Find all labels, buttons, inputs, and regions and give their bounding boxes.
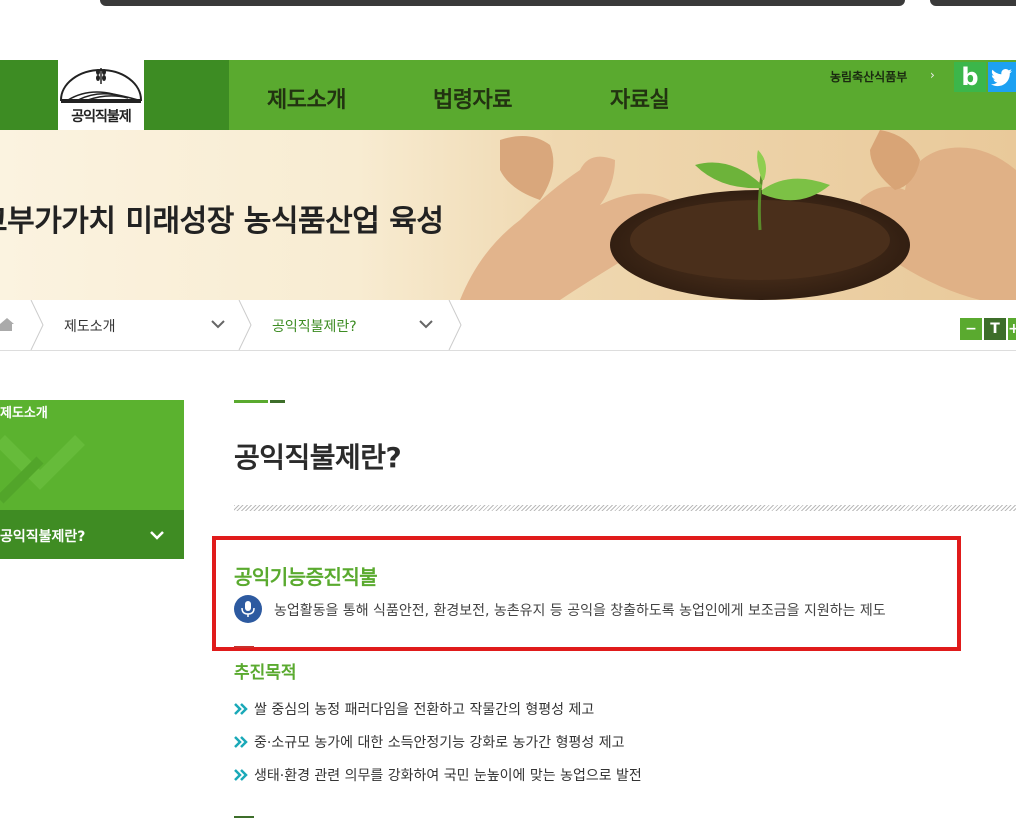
section-accent-bar bbox=[234, 646, 254, 648]
breadcrumb-item-current[interactable]: 공익직불제란? bbox=[272, 316, 357, 336]
breadcrumb-separator bbox=[30, 300, 44, 350]
audio-play-button[interactable] bbox=[234, 595, 262, 623]
logo-emblem-icon bbox=[59, 68, 143, 103]
ministry-link[interactable]: 농림축산식품부 bbox=[830, 68, 907, 85]
chevron-down-icon[interactable] bbox=[210, 316, 226, 332]
ministry-arrow-icon: › bbox=[930, 68, 935, 82]
logo-text: 공익직불제 bbox=[71, 109, 131, 125]
hatched-divider bbox=[234, 505, 1016, 511]
goal-title: 추진목적 bbox=[234, 663, 297, 683]
menu-library[interactable]: 자료실 bbox=[610, 82, 670, 114]
browser-tab-bar-right bbox=[930, 0, 1016, 6]
blog-button[interactable]: b bbox=[954, 62, 986, 92]
hero-title: 고부가가치 미래성장 농식품산업 육성 bbox=[0, 204, 444, 239]
sidebar-item-public-payment[interactable]: 공익직불제란? bbox=[0, 510, 184, 559]
next-section-accent-bar bbox=[234, 816, 254, 818]
twitter-icon bbox=[991, 69, 1012, 87]
hands-with-sprout-image bbox=[460, 130, 1016, 300]
goal-item-text: 중·소규모 농가에 대한 소득안정기능 강화로 농가간 형평성 제고 bbox=[254, 735, 625, 751]
chevron-down-icon[interactable] bbox=[418, 316, 434, 332]
title-accent-bar bbox=[234, 400, 268, 403]
breadcrumb-separator bbox=[238, 300, 252, 350]
microphone-icon bbox=[241, 601, 255, 617]
menu-system-intro[interactable]: 제도소개 bbox=[267, 82, 346, 114]
menu-laws[interactable]: 법령자료 bbox=[433, 82, 512, 114]
section-title: 공익기능증진직불 bbox=[234, 565, 378, 589]
font-increase-button[interactable]: + bbox=[1008, 318, 1016, 340]
home-icon[interactable] bbox=[0, 316, 14, 332]
sidebar-item-label: 공익직불제란? bbox=[0, 529, 86, 545]
font-reset-button[interactable]: T bbox=[984, 318, 1006, 340]
browser-top-strip bbox=[0, 0, 1016, 10]
goal-item: 쌀 중심의 농정 패러다임을 전환하고 작물간의 형평성 제고 bbox=[234, 699, 594, 719]
highlight-box bbox=[212, 536, 961, 651]
page-title: 공익직불제란? bbox=[234, 441, 402, 474]
title-accent-bar-dark bbox=[270, 400, 285, 403]
breadcrumb-item-system-intro[interactable]: 제도소개 bbox=[64, 316, 116, 336]
section-description: 농업활동을 통해 식품안전, 환경보전, 농촌유지 등 공익을 창출하도록 농업… bbox=[274, 603, 886, 619]
goal-item-text: 생태·환경 관련 의무를 강화하여 국민 눈높이에 맞는 농업으로 발전 bbox=[254, 768, 642, 784]
sidebar-header: 제도소개 bbox=[0, 400, 184, 510]
twitter-button[interactable] bbox=[988, 62, 1016, 92]
breadcrumb bbox=[0, 300, 1016, 351]
double-chevron-right-icon bbox=[234, 703, 248, 715]
breadcrumb-separator bbox=[448, 300, 462, 350]
goal-item-text: 쌀 중심의 농정 패러다임을 전환하고 작물간의 형평성 제고 bbox=[254, 702, 595, 718]
browser-tab-bar bbox=[100, 0, 905, 6]
goal-item: 생태·환경 관련 의무를 강화하여 국민 눈높이에 맞는 농업으로 발전 bbox=[234, 765, 642, 785]
site-logo[interactable]: 공익직불제 bbox=[58, 60, 144, 130]
font-decrease-button[interactable]: − bbox=[960, 318, 982, 340]
sidebar-heading: 제도소개 bbox=[0, 406, 48, 421]
chevron-down-icon bbox=[150, 531, 164, 540]
double-chevron-right-icon bbox=[234, 769, 248, 781]
goal-item: 중·소규모 농가에 대한 소득안정기능 강화로 농가간 형평성 제고 bbox=[234, 732, 624, 752]
double-chevron-right-icon bbox=[234, 736, 248, 748]
